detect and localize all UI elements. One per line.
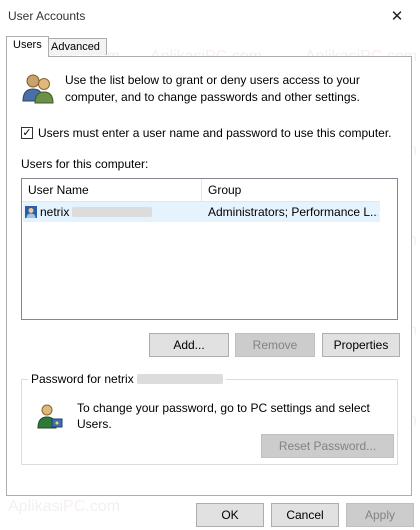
require-login-checkbox[interactable]: ✓ — [21, 127, 33, 139]
redacted-block — [136, 374, 223, 384]
intro-text: Use the list below to grant or deny user… — [65, 73, 360, 104]
user-name: netrix — [40, 205, 70, 219]
window-title: User Accounts — [8, 9, 86, 23]
require-login-row[interactable]: ✓ Users must enter a user name and passw… — [21, 126, 392, 140]
users-icon — [22, 74, 54, 104]
tab-users[interactable]: Users — [6, 36, 49, 57]
close-icon: ✕ — [390, 8, 404, 25]
list-scroll-area — [380, 179, 397, 319]
group-cell: Administrators; Performance L... — [208, 205, 378, 219]
remove-button[interactable]: Remove — [235, 333, 315, 357]
tab-advanced[interactable]: Advanced — [44, 38, 107, 55]
password-group: Password for netrix To change your passw… — [21, 372, 398, 465]
column-user-name[interactable]: User Name — [22, 179, 202, 201]
add-button[interactable]: Add... — [149, 333, 229, 357]
table-row[interactable]: netrix Administrators; Performance L... — [23, 202, 380, 222]
ok-button[interactable]: OK — [196, 503, 264, 527]
password-info-text: To change your password, go to PC settin… — [77, 401, 370, 431]
user-name-cell: netrix — [25, 202, 201, 222]
users-list[interactable]: User Name Group netrix Administrators; P… — [21, 178, 398, 320]
title-bar[interactable]: User Accounts ✕ — [0, 0, 420, 32]
user-icon — [25, 206, 37, 218]
users-section-label: Users for this computer: — [21, 157, 149, 171]
column-group[interactable]: Group — [202, 179, 381, 201]
redacted-block — [72, 207, 153, 217]
password-group-title-text: Password for netrix — [31, 372, 134, 386]
apply-button[interactable]: Apply — [346, 503, 414, 527]
properties-button[interactable]: Properties — [322, 333, 400, 357]
reset-password-button[interactable]: Reset Password... — [261, 434, 394, 458]
password-group-title: Password for netrix — [28, 372, 226, 386]
list-header: User Name Group — [22, 179, 381, 202]
users-tab-panel: Use the list below to grant or deny user… — [6, 56, 412, 496]
watermark: AplikasiPC.com — [8, 498, 121, 515]
require-login-label: Users must enter a user name and passwor… — [38, 126, 392, 140]
user-key-icon — [37, 404, 63, 429]
cancel-button[interactable]: Cancel — [271, 503, 339, 527]
close-button[interactable]: ✕ — [374, 0, 420, 32]
